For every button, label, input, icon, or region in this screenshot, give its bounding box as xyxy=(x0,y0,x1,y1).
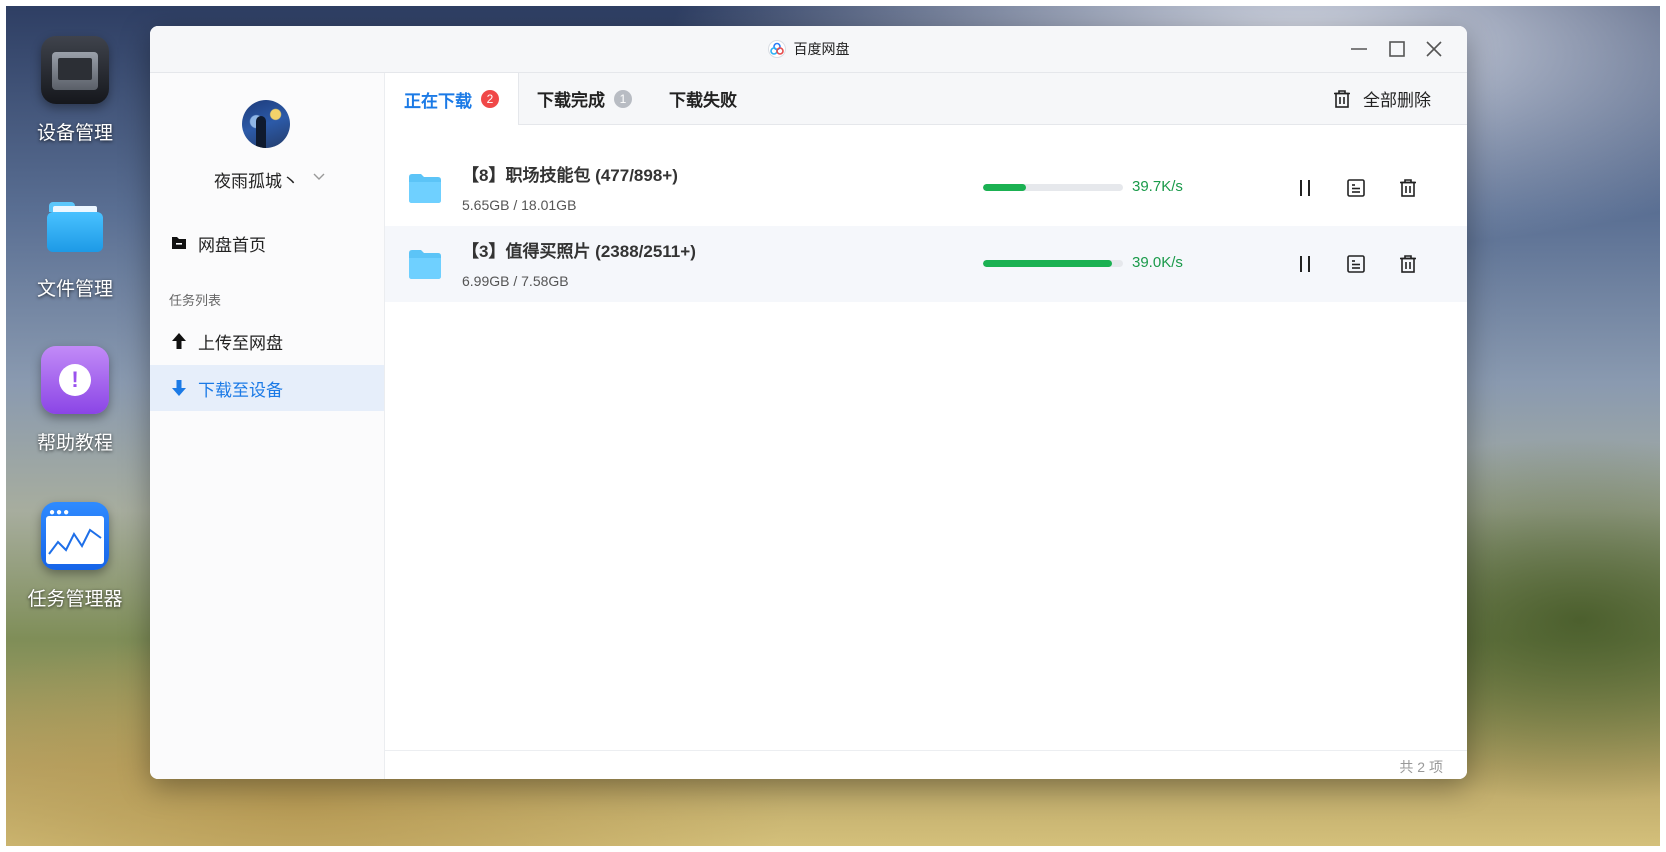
netdisk-home-icon xyxy=(169,233,189,253)
help-icon: ! xyxy=(41,346,109,414)
tab-label: 正在下载 xyxy=(404,91,472,111)
chevron-down-icon[interactable] xyxy=(312,170,326,184)
sidebar-item-label: 上传至网盘 xyxy=(198,333,283,353)
tab-bar: 正在下载 2 下载完成 1 下载失败 全部删除 xyxy=(385,73,1467,125)
sidebar-item-download[interactable]: 下载至设备 xyxy=(150,365,384,411)
download-speed: 39.0K/s xyxy=(1132,254,1183,271)
avatar[interactable] xyxy=(242,100,290,148)
tab-completed[interactable]: 下载完成 1 xyxy=(537,73,632,124)
details-icon xyxy=(1347,179,1365,197)
app-window: 百度网盘 夜雨孤城丶 网盘首页 任务列表 上传至网盘 下载至设备 正在下载 2 … xyxy=(150,26,1467,779)
close-button[interactable] xyxy=(1421,36,1447,62)
sidebar-item-label: 下载至设备 xyxy=(198,380,283,400)
sidebar-item-upload[interactable]: 上传至网盘 xyxy=(150,318,384,364)
desktop-icon-label: 帮助教程 xyxy=(36,433,113,454)
progress-fill xyxy=(983,184,1027,191)
folder-icon xyxy=(409,174,441,203)
trash-icon xyxy=(1400,179,1416,197)
task-name: 【8】职场技能包 (477/898+) xyxy=(462,166,678,185)
main-panel: 正在下载 2 下载完成 1 下载失败 全部删除 【8】职场技能包 (477/89… xyxy=(385,73,1467,779)
trash-icon xyxy=(1400,255,1416,273)
progress-bar xyxy=(983,260,1123,267)
details-icon xyxy=(1347,255,1365,273)
count-badge: 2 xyxy=(481,90,499,108)
pause-button[interactable] xyxy=(1292,175,1318,201)
upload-arrow-icon xyxy=(169,331,189,351)
status-footer: 共 2 项 xyxy=(385,750,1467,779)
progress-fill xyxy=(983,260,1112,267)
tab-downloading[interactable]: 正在下载 2 xyxy=(385,73,519,125)
desktop-icon-label: 设备管理 xyxy=(36,123,113,144)
details-button[interactable] xyxy=(1343,251,1369,277)
pause-icon xyxy=(1300,180,1310,196)
download-speed: 39.7K/s xyxy=(1132,178,1183,195)
task-name: 【3】值得买照片 (2388/2511+) xyxy=(462,242,696,261)
minimize-button[interactable] xyxy=(1346,36,1372,62)
tab-failed[interactable]: 下载失败 xyxy=(669,73,737,124)
folder-icon xyxy=(409,250,441,279)
desktop-icon-label: 任务管理器 xyxy=(27,589,123,610)
desktop-icon-label: 文件管理 xyxy=(36,279,113,300)
pause-icon xyxy=(1300,256,1310,272)
desktop-icon-file-manager[interactable]: 文件管理 xyxy=(15,192,135,301)
progress-bar xyxy=(983,184,1123,191)
details-button[interactable] xyxy=(1343,175,1369,201)
sidebar-item-home[interactable]: 网盘首页 xyxy=(150,220,384,266)
window-title: 百度网盘 xyxy=(793,41,850,57)
maximize-button[interactable] xyxy=(1384,36,1410,62)
item-count: 共 2 项 xyxy=(1399,759,1443,775)
tab-label: 下载完成 xyxy=(537,91,605,110)
sidebar-item-label: 网盘首页 xyxy=(198,235,266,255)
baidu-netdisk-logo-icon xyxy=(767,40,786,58)
trash-icon xyxy=(1334,89,1350,108)
minimize-icon xyxy=(1351,48,1367,50)
storage-device-icon xyxy=(41,36,109,104)
delete-task-button[interactable] xyxy=(1395,251,1421,277)
username[interactable]: 夜雨孤城丶 xyxy=(214,167,299,192)
pause-button[interactable] xyxy=(1292,251,1318,277)
desktop-icon-help[interactable]: ! 帮助教程 xyxy=(15,346,135,455)
delete-task-button[interactable] xyxy=(1395,175,1421,201)
count-badge: 1 xyxy=(614,89,632,108)
close-icon xyxy=(1426,41,1442,57)
delete-all-button[interactable]: 全部删除 xyxy=(1332,73,1431,124)
task-list-section-label: 任务列表 xyxy=(169,293,222,308)
maximize-icon xyxy=(1389,41,1405,57)
desktop-icon-task-manager[interactable]: ●●● 任务管理器 xyxy=(15,502,135,611)
task-size: 6.99GB / 7.58GB xyxy=(462,273,569,289)
title-bar: 百度网盘 xyxy=(150,26,1467,73)
download-arrow-icon xyxy=(169,378,189,398)
sidebar: 夜雨孤城丶 网盘首页 任务列表 上传至网盘 下载至设备 xyxy=(150,73,385,779)
tab-label: 下载失败 xyxy=(669,91,737,110)
folder-icon xyxy=(41,192,109,260)
delete-all-label: 全部删除 xyxy=(1363,91,1431,110)
task-size: 5.65GB / 18.01GB xyxy=(462,197,577,213)
desktop-icon-device-manager[interactable]: 设备管理 xyxy=(15,36,135,145)
task-monitor-icon: ●●● xyxy=(41,502,109,570)
task-row[interactable]: 【8】职场技能包 (477/898+) 5.65GB / 18.01GB 39.… xyxy=(385,150,1467,226)
task-row[interactable]: 【3】值得买照片 (2388/2511+) 6.99GB / 7.58GB 39… xyxy=(385,226,1467,302)
